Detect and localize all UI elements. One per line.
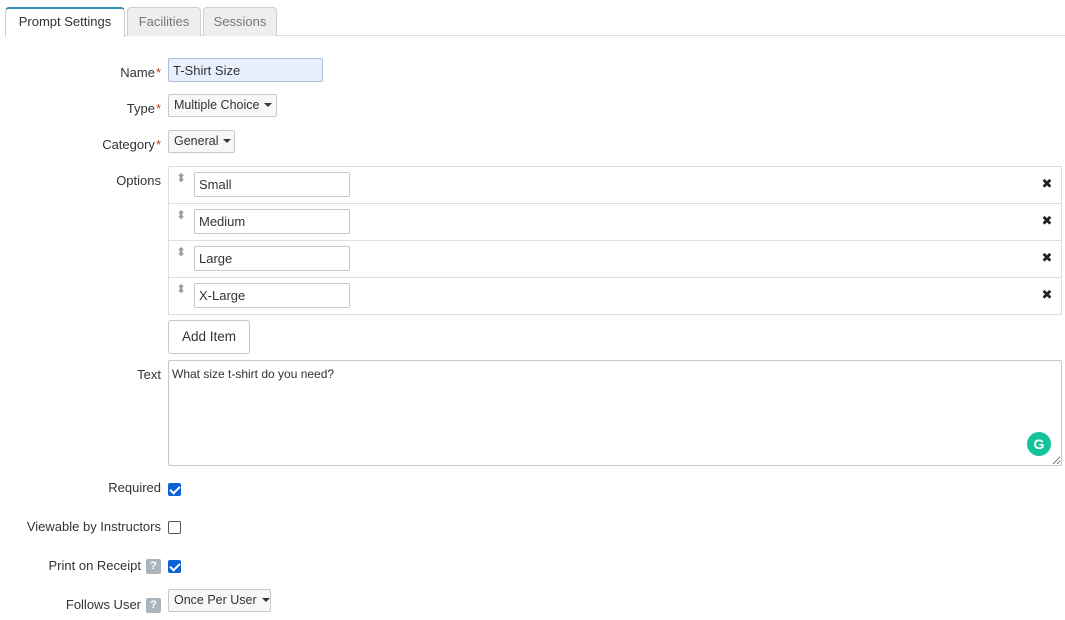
remove-icon[interactable]: ✖ bbox=[1041, 177, 1053, 190]
add-item-button[interactable]: Add Item bbox=[168, 320, 250, 354]
category-select[interactable]: General bbox=[168, 130, 235, 153]
print-receipt-label: Print on Receipt? bbox=[49, 558, 161, 574]
text-textarea[interactable]: What size t-shirt do you need? bbox=[168, 360, 1062, 466]
option-row: ⬍ ✖ bbox=[169, 241, 1061, 278]
drag-handle-icon[interactable]: ⬍ bbox=[176, 282, 186, 296]
text-label: Text bbox=[137, 367, 161, 382]
caret-down-icon bbox=[264, 103, 273, 107]
caret-down-icon bbox=[223, 139, 232, 143]
name-label: Name* bbox=[120, 65, 161, 80]
follows-user-select[interactable]: Once Per User bbox=[168, 589, 271, 612]
required-label: Required bbox=[108, 480, 161, 495]
option-input[interactable] bbox=[194, 209, 350, 234]
tab-facilities[interactable]: Facilities bbox=[127, 7, 201, 36]
category-select-value: General bbox=[174, 134, 219, 148]
help-icon[interactable]: ? bbox=[146, 598, 161, 613]
viewable-checkbox[interactable] bbox=[168, 521, 181, 534]
follows-user-label: Follows User? bbox=[66, 597, 161, 613]
option-row: ⬍ ✖ bbox=[169, 278, 1061, 315]
option-input[interactable] bbox=[194, 246, 350, 271]
name-input[interactable] bbox=[168, 58, 323, 82]
help-icon[interactable]: ? bbox=[146, 559, 161, 574]
option-input[interactable] bbox=[194, 172, 350, 197]
drag-handle-icon[interactable]: ⬍ bbox=[176, 245, 186, 259]
type-select-value: Multiple Choice bbox=[174, 98, 260, 112]
tab-bar: Prompt Settings Facilities Sessions bbox=[5, 7, 1065, 37]
follows-user-select-value: Once Per User bbox=[174, 593, 257, 607]
caret-down-icon bbox=[261, 598, 270, 602]
category-label: Category* bbox=[102, 137, 161, 152]
options-label: Options bbox=[116, 173, 161, 188]
tab-prompt-settings[interactable]: Prompt Settings bbox=[5, 7, 125, 37]
option-row: ⬍ ✖ bbox=[169, 167, 1061, 204]
tab-sessions[interactable]: Sessions bbox=[203, 7, 277, 36]
drag-handle-icon[interactable]: ⬍ bbox=[176, 171, 186, 185]
viewable-label: Viewable by Instructors bbox=[26, 519, 161, 534]
remove-icon[interactable]: ✖ bbox=[1041, 214, 1053, 227]
remove-icon[interactable]: ✖ bbox=[1041, 288, 1053, 301]
print-receipt-checkbox[interactable] bbox=[168, 560, 181, 573]
option-input[interactable] bbox=[194, 283, 350, 308]
drag-handle-icon[interactable]: ⬍ bbox=[176, 208, 186, 222]
required-checkbox[interactable] bbox=[168, 483, 181, 496]
options-list: ⬍ ✖ ⬍ ✖ ⬍ ✖ ⬍ ✖ bbox=[168, 166, 1062, 315]
grammarly-icon[interactable]: G bbox=[1027, 432, 1051, 456]
type-label: Type* bbox=[126, 101, 161, 116]
remove-icon[interactable]: ✖ bbox=[1041, 251, 1053, 264]
option-row: ⬍ ✖ bbox=[169, 204, 1061, 241]
type-select[interactable]: Multiple Choice bbox=[168, 94, 277, 117]
